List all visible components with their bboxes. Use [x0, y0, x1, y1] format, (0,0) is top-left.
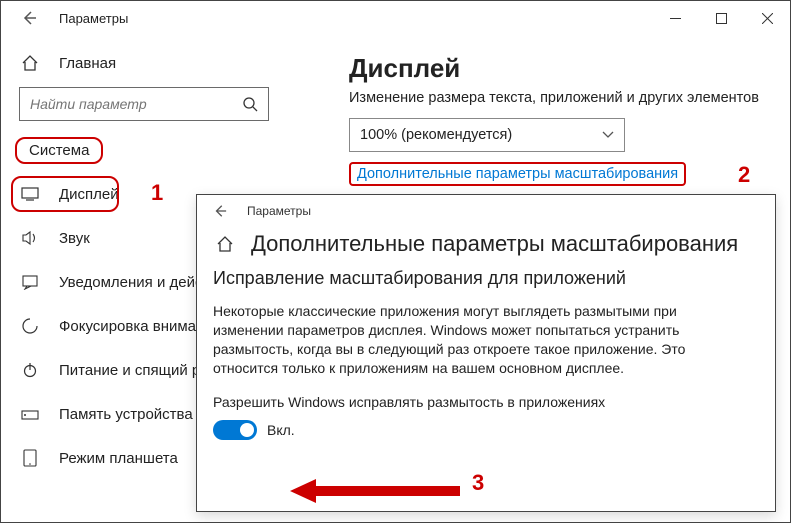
minimize-button[interactable] [652, 1, 698, 35]
sound-icon [19, 230, 41, 246]
popup-heading: Дополнительные параметры масштабирования [251, 231, 738, 257]
storage-icon [19, 407, 41, 421]
advanced-scaling-link[interactable]: Дополнительные параметры масштабирования [349, 162, 686, 186]
tablet-icon [19, 449, 41, 467]
sidebar-item-label: Память устройства [59, 406, 193, 423]
focus-icon [19, 317, 41, 335]
callout-3: 3 [472, 470, 484, 496]
advanced-scaling-window: Параметры Дополнительные параметры масшт… [196, 194, 776, 512]
power-icon [19, 362, 41, 378]
toggle-state: Вкл. [267, 422, 295, 438]
allow-label: Разрешить Windows исправлять размытость … [213, 394, 749, 410]
search-icon [242, 96, 258, 112]
display-icon [19, 187, 41, 201]
blur-fix-toggle[interactable] [213, 420, 257, 440]
sidebar-home[interactable]: Главная [1, 45, 331, 81]
popup-description: Некоторые классические приложения могут … [213, 302, 749, 378]
window-controls [652, 1, 790, 35]
close-button[interactable] [744, 1, 790, 35]
back-icon[interactable] [15, 4, 43, 32]
scale-value: 100% (рекомендуется) [360, 127, 602, 143]
titlebar: Параметры [1, 1, 790, 35]
page-heading: Дисплей [349, 53, 762, 84]
scale-dropdown[interactable]: 100% (рекомендуется) [349, 118, 625, 152]
chevron-down-icon [602, 131, 614, 139]
search-field[interactable] [30, 96, 242, 112]
popup-subheading: Исправление масштабирования для приложен… [213, 267, 749, 290]
sidebar-item-label: Режим планшета [59, 450, 178, 467]
search-input[interactable] [19, 87, 269, 121]
callout-2: 2 [738, 162, 750, 188]
sidebar-item-label: Дисплей [59, 186, 119, 203]
sidebar-item-label: Звук [59, 230, 90, 247]
back-icon[interactable] [207, 198, 233, 224]
home-icon [19, 54, 41, 72]
window-title: Параметры [59, 11, 128, 26]
sidebar-section-system: Система [15, 137, 103, 164]
notifications-icon [19, 274, 41, 290]
home-icon[interactable] [213, 235, 237, 253]
maximize-button[interactable] [698, 1, 744, 35]
popup-title: Параметры [247, 204, 311, 218]
popup-titlebar: Параметры [197, 195, 775, 227]
scale-description: Изменение размера текста, приложений и д… [349, 90, 762, 106]
sidebar-home-label: Главная [59, 55, 116, 72]
callout-1: 1 [151, 180, 163, 206]
